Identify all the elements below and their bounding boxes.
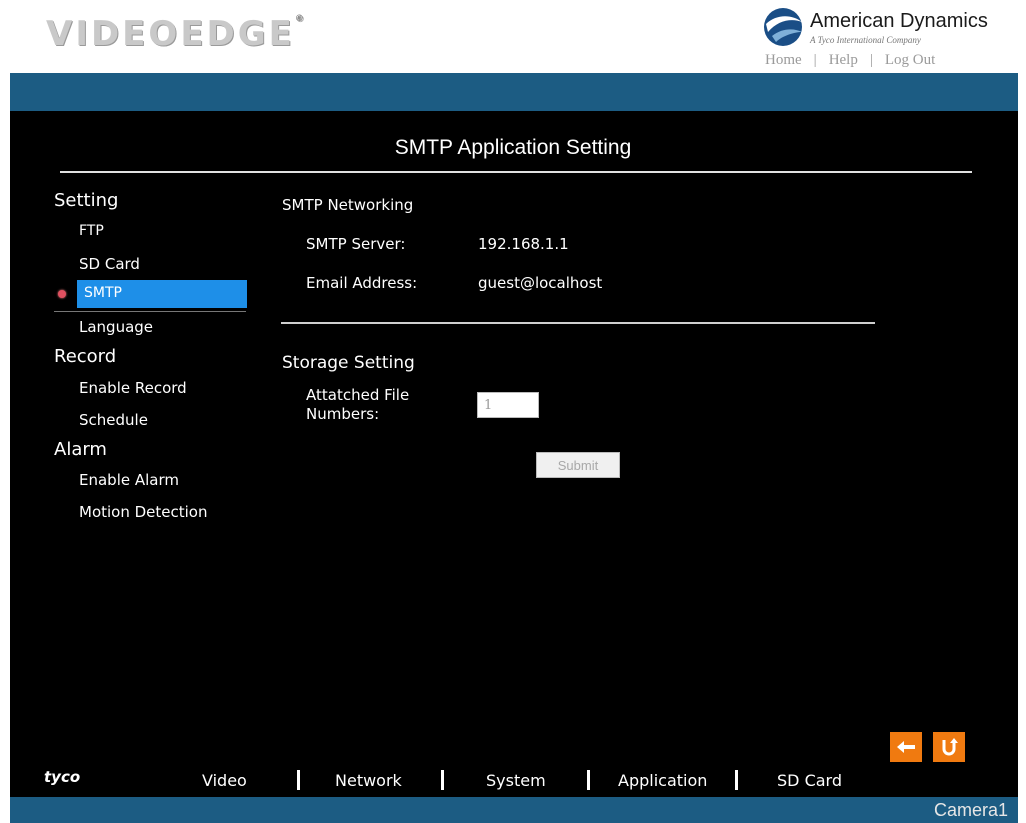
top-link-separator: | — [813, 52, 817, 68]
help-link[interactable]: Help — [829, 52, 858, 68]
nav-system[interactable]: System — [486, 771, 546, 790]
sidebar-divider — [54, 311, 246, 312]
title-divider — [60, 171, 972, 173]
home-link[interactable]: Home — [765, 52, 802, 68]
email-address-label: Email Address: — [306, 274, 418, 292]
sidebar-item-language[interactable]: Language — [79, 318, 153, 336]
nav-sd-card[interactable]: SD Card — [777, 771, 842, 790]
nav-separator — [587, 770, 590, 790]
sidebar-section-setting: Setting — [54, 190, 119, 211]
smtp-server-label: SMTP Server: — [306, 235, 406, 253]
sidebar-item-motion-detection[interactable]: Motion Detection — [79, 503, 208, 521]
sidebar-item-enable-alarm[interactable]: Enable Alarm — [79, 471, 179, 489]
smtp-server-value: 192.168.1.1 — [478, 235, 569, 253]
submit-button[interactable]: Submit — [536, 452, 620, 478]
nav-separator — [441, 770, 444, 790]
nav-network[interactable]: Network — [335, 771, 402, 790]
attached-file-numbers-label: Attatched File Numbers: — [306, 386, 409, 424]
sidebar-item-ftp[interactable]: FTP — [79, 223, 104, 239]
logout-link[interactable]: Log Out — [885, 52, 935, 68]
nav-video[interactable]: Video — [202, 771, 247, 790]
email-address-value: guest@localhost — [478, 274, 603, 292]
brand-subtitle: A Tyco International Company — [810, 35, 921, 45]
section-divider — [281, 322, 875, 324]
product-logo-text: VIDEOEDGE — [46, 14, 295, 54]
red-dot-icon — [58, 290, 66, 298]
page-title: SMTP Application Setting — [394, 136, 632, 159]
bottom-blue-bar — [10, 797, 1018, 823]
back-button[interactable] — [890, 732, 922, 762]
top-link-separator: | — [869, 52, 873, 68]
storage-setting-heading: Storage Setting — [282, 353, 415, 373]
smtp-networking-heading: SMTP Networking — [282, 196, 414, 214]
main-panel — [10, 111, 1018, 797]
top-links: Home | Help | Log Out — [765, 52, 935, 69]
product-logo: VIDEOEDGE® — [46, 14, 304, 54]
brand-logo: American Dynamics A Tyco International C… — [762, 6, 1012, 46]
sidebar-item-sd-card[interactable]: SD Card — [79, 255, 140, 273]
sidebar-item-schedule[interactable]: Schedule — [79, 411, 148, 429]
nav-separator — [297, 770, 300, 790]
nav-application[interactable]: Application — [618, 771, 707, 790]
attached-file-numbers-input[interactable] — [477, 392, 539, 418]
sidebar-section-record: Record — [54, 346, 117, 367]
top-blue-bar — [10, 73, 1018, 111]
sidebar-section-alarm: Alarm — [54, 439, 107, 460]
refresh-icon — [942, 738, 958, 756]
product-logo-registered: ® — [294, 14, 304, 24]
american-dynamics-globe-icon — [764, 8, 802, 46]
sidebar-item-smtp-label: SMTP — [84, 285, 122, 301]
attached-file-numbers-label-line2: Numbers: — [306, 405, 380, 423]
attached-file-numbers-label-line1: Attatched File — [306, 386, 410, 404]
brand-name: American Dynamics — [810, 10, 988, 32]
camera-label: Camera1 — [933, 800, 1008, 820]
tyco-logo: tyco — [44, 768, 81, 786]
sidebar-item-enable-record[interactable]: Enable Record — [79, 379, 187, 397]
arrow-left-icon — [897, 741, 915, 753]
nav-separator — [735, 770, 738, 790]
refresh-button[interactable] — [933, 732, 965, 762]
